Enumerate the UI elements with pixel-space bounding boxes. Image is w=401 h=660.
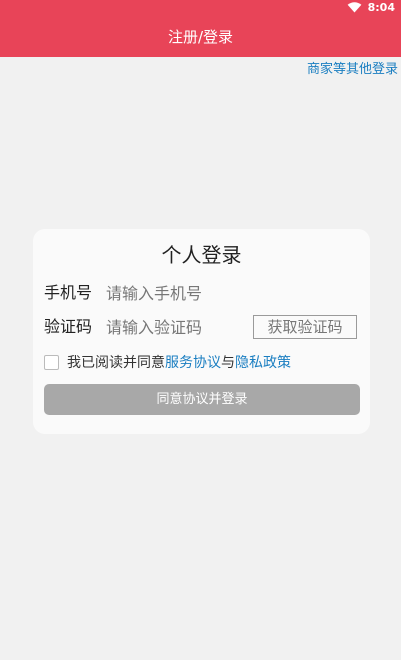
wifi-icon (347, 1, 361, 13)
status-bar: 8:04 (347, 0, 395, 14)
status-time: 8:04 (367, 0, 395, 14)
page-title: 注册/登录 (167, 28, 234, 46)
get-code-button[interactable]: 获取验证码 (253, 315, 357, 339)
privacy-policy-link[interactable]: 隐私政策 (235, 352, 291, 372)
service-agreement-link[interactable]: 服务协议 (165, 352, 221, 372)
merchant-login-link[interactable]: 商家等其他登录 (307, 60, 398, 80)
code-input[interactable] (106, 315, 246, 339)
phone-label: 手机号 (44, 283, 93, 302)
card-title: 个人登录 (161, 243, 242, 267)
login-card: 个人登录 手机号 验证码 获取验证码 我已阅读并同意 服务协议 与 隐私政策 同… (33, 229, 370, 434)
agreement-prefix: 我已阅读并同意 (67, 355, 165, 371)
agree-and-login-button[interactable]: 同意协议并登录 (44, 384, 360, 415)
app-header: 8:04 注册/登录 (0, 0, 401, 57)
agreement-conjunction: 与 (221, 355, 235, 371)
code-label: 验证码 (44, 317, 93, 336)
agreement-checkbox[interactable] (44, 354, 59, 370)
phone-input[interactable] (106, 281, 256, 305)
agreement-row: 我已阅读并同意 服务协议 与 隐私政策 (44, 352, 291, 372)
